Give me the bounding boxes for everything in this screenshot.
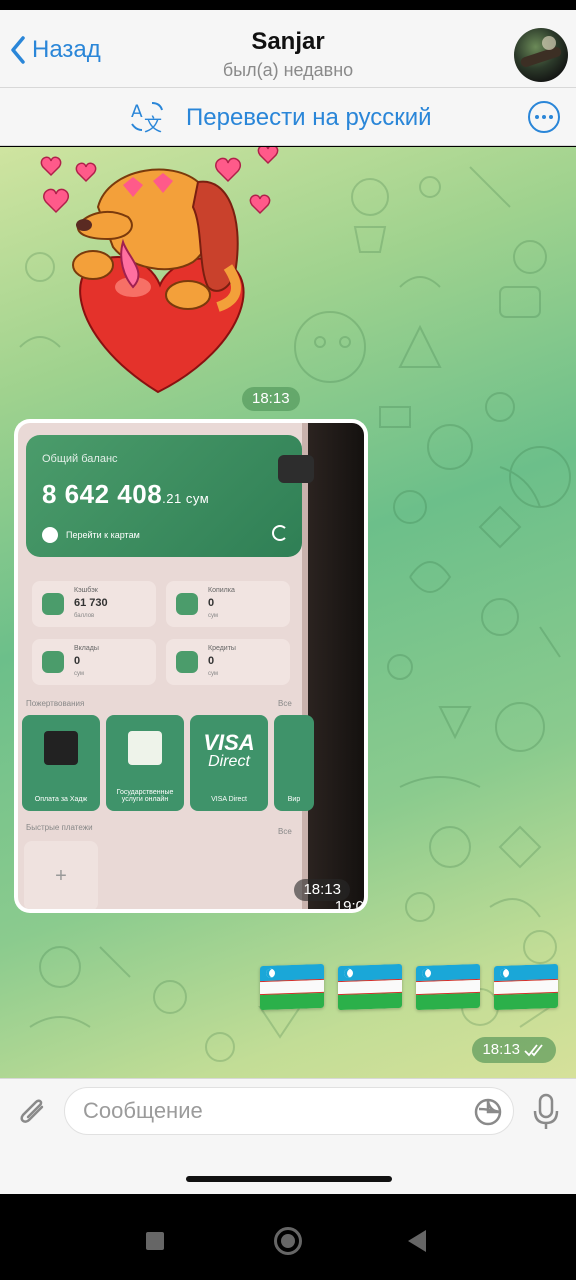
home-indicator[interactable] [186,1176,392,1182]
payments-section-label: Пожертвования [26,699,85,708]
paperclip-icon[interactable] [16,1093,50,1129]
plus-icon: + [24,841,98,909]
uzbekistan-flag-icon [416,963,480,1011]
more-options-button[interactable] [528,101,560,133]
contact-name[interactable]: Sanjar [0,28,576,56]
sticker-icon[interactable] [473,1097,503,1127]
svg-text:文: 文 [144,115,162,134]
translate-button[interactable]: Перевести на русский [186,104,432,132]
balance-label: Общий баланс [42,453,118,465]
visa-direct-tile: VISA Direct VISA Direct [190,715,268,811]
translate-bar: A 文 Перевести на русский [0,88,576,146]
sticker-timestamp: 18:13 [242,387,300,411]
cashback-card: Кэшбэк 61 730 баллов [32,581,156,627]
flags-timestamp: 18:13 [472,1037,556,1063]
quick-all-label: Все [278,827,292,836]
photo-partial-time: 19:0 [334,898,364,909]
dog-heart-sticker[interactable] [28,147,288,397]
balance-amount: 8 642 408.21 сум [42,479,210,509]
payments-all-label: Все [278,699,292,708]
message-field[interactable] [64,1087,514,1135]
microphone-icon[interactable] [532,1093,560,1131]
credits-card: Кредиты 0 сум [166,639,290,685]
contact-status: был(а) недавно [222,60,354,80]
system-navigation-bar [0,1194,576,1280]
recent-apps-icon[interactable] [146,1232,164,1250]
balance-card: Общий баланс 8 642 408.21 сум Перейти к … [26,435,302,557]
uzbekistan-flag-icon [494,963,558,1011]
double-check-icon [524,1044,543,1057]
hajj-tile: Оплата за Хадж [22,715,100,811]
translate-icon: A 文 [131,102,163,134]
quick-payments-label: Быстрые платежи [26,823,93,832]
deposits-card: Вклады 0 сум [32,639,156,685]
message-input-bar [0,1078,576,1144]
home-indicator-area [0,1144,576,1194]
status-bar [0,0,576,10]
message-input[interactable] [65,1088,445,1134]
refresh-icon [272,525,288,541]
uzbekistan-flag-icon [338,963,402,1011]
partial-tile: Вир [274,715,314,811]
chat-area: 18:13 Общий баланс 8 642 408.21 сум Пере… [0,147,576,1078]
home-icon[interactable] [274,1227,302,1255]
uzbekistan-flag-icon [260,963,324,1011]
avatar[interactable] [514,28,568,82]
layers-icon [278,455,314,483]
back-triangle-icon[interactable] [408,1230,426,1252]
arrow-icon [42,527,58,543]
photo-message[interactable]: Общий баланс 8 642 408.21 сум Перейти к … [14,419,368,913]
svg-text:A: A [131,102,143,122]
gov-services-tile: Государственные услуги онлайн [106,715,184,811]
go-to-cards-link: Перейти к картам [42,527,140,543]
savings-card: Копилка 0 сум [166,581,290,627]
banking-screenshot-photo[interactable]: Общий баланс 8 642 408.21 сум Перейти к … [18,423,364,909]
chat-header: Назад Sanjar был(а) недавно [0,10,576,88]
uzbek-flags-message[interactable] [260,963,558,1011]
